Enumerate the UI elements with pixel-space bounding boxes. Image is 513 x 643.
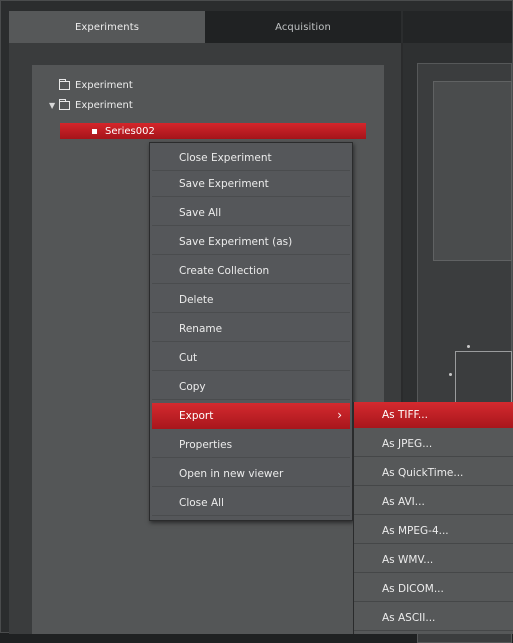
menu-item-label: Rename [179, 323, 223, 335]
menu-item-export[interactable]: Export › [152, 403, 350, 429]
submenu-item-label: As MPEG-4... [382, 525, 449, 537]
menu-item-label: Export [179, 410, 214, 422]
tab-experiments[interactable]: Experiments [9, 11, 205, 43]
menu-item-rename[interactable]: Rename [152, 316, 350, 342]
submenu-item-jpeg[interactable]: As JPEG... [354, 431, 513, 457]
menu-item-label: Open in new viewer [179, 468, 284, 480]
menu-item-label: Cut [179, 352, 198, 364]
menu-item-copy[interactable]: Copy [152, 374, 350, 400]
folder-icon [59, 78, 70, 90]
expanded-caret-icon[interactable]: ▼ [49, 101, 59, 110]
menu-item-close-experiment[interactable]: Close Experiment [152, 145, 350, 171]
menu-item-cut[interactable]: Cut [152, 345, 350, 371]
menu-item-label: Close All [179, 497, 224, 509]
submenu-item-label: As TIFF... [382, 409, 428, 421]
series-icon [92, 128, 97, 134]
menu-item-label: Delete [179, 294, 214, 306]
tree-item-label: Experiment [75, 79, 133, 91]
handle-icon[interactable] [467, 345, 470, 348]
viewer-header [403, 11, 512, 43]
menu-item-close-all[interactable]: Close All [152, 490, 350, 516]
menu-item-label: Close Experiment [179, 152, 272, 164]
series-label: Series002 [105, 125, 155, 137]
menu-item-delete[interactable]: Delete [152, 287, 350, 313]
menu-item-open-in-new-viewer[interactable]: Open in new viewer [152, 461, 350, 487]
submenu-item-label: As ASCII... [382, 612, 436, 624]
menu-item-label: Save Experiment (as) [179, 236, 293, 248]
tab-bar: Experiments Acquisition [9, 11, 401, 43]
tree-item-experiment-2[interactable]: ▼ Experiment [49, 97, 133, 113]
submenu-item-label: As QuickTime... [382, 467, 464, 479]
submenu-item-quicktime[interactable]: As QuickTime... [354, 460, 513, 486]
menu-item-label: Save Experiment [179, 178, 269, 190]
context-menu: Close Experiment Save Experiment Save Al… [149, 142, 353, 521]
submenu-item-label: As WMV... [382, 554, 434, 566]
folder-icon [59, 98, 70, 110]
menu-item-save-experiment-as[interactable]: Save Experiment (as) [152, 229, 350, 255]
app-window: Experiments Acquisition Experiment ▼ Exp… [0, 0, 513, 643]
chevron-right-icon: › [337, 408, 342, 422]
menu-item-save-all[interactable]: Save All [152, 200, 350, 226]
handle-icon[interactable] [449, 373, 452, 376]
tree-item-experiment-1[interactable]: Experiment [49, 77, 133, 93]
menu-item-properties[interactable]: Properties [152, 432, 350, 458]
submenu-item-dicom[interactable]: As DICOM... [354, 576, 513, 602]
menu-item-label: Save All [179, 207, 222, 219]
submenu-item-tiff[interactable]: As TIFF... [354, 402, 513, 428]
submenu-item-avi[interactable]: As AVI... [354, 489, 513, 515]
tab-acquisition[interactable]: Acquisition [205, 11, 401, 43]
menu-item-label: Create Collection [179, 265, 270, 277]
menu-item-label: Properties [179, 439, 233, 451]
submenu-item-ascii[interactable]: As ASCII... [354, 605, 513, 631]
menu-item-label: Copy [179, 381, 206, 393]
menu-item-save-experiment[interactable]: Save Experiment [152, 171, 350, 197]
submenu-item-label: As JPEG... [382, 438, 433, 450]
submenu-item-label: As DICOM... [382, 583, 444, 595]
tree-item-label: Experiment [75, 99, 133, 111]
export-submenu: As TIFF... As JPEG... As QuickTime... As… [353, 402, 513, 634]
menu-item-create-collection[interactable]: Create Collection [152, 258, 350, 284]
submenu-item-mpeg4[interactable]: As MPEG-4... [354, 518, 513, 544]
submenu-item-wmv[interactable]: As WMV... [354, 547, 513, 573]
tree-item-series-selected[interactable]: Series002 [60, 123, 366, 139]
viewer-image-area [433, 81, 512, 261]
submenu-item-label: As AVI... [382, 496, 425, 508]
